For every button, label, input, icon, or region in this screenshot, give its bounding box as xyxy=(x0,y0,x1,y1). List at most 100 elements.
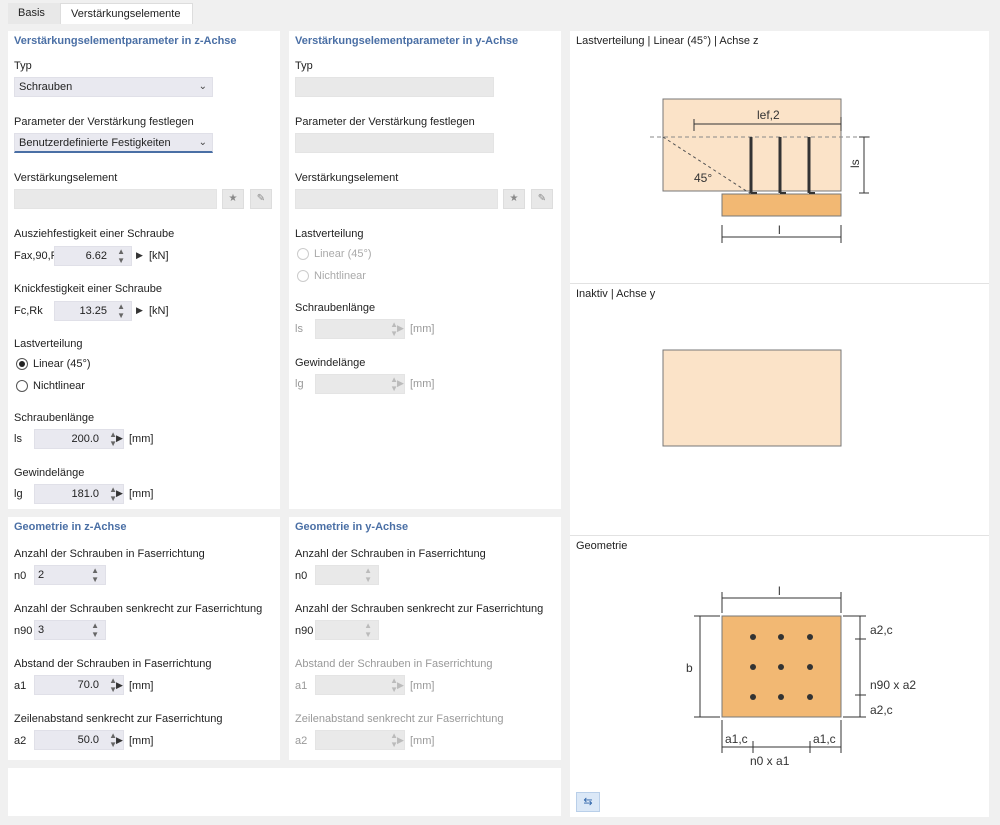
n90-input[interactable]: 3 ▲ ▼ xyxy=(34,620,106,640)
knick-label: Knickfestigkeit einer Schraube xyxy=(14,283,162,295)
section-title-z: Verstärkungselementparameter in z-Achse xyxy=(14,35,237,47)
a2c-top-label: a2,c xyxy=(870,623,893,637)
param-label: Parameter der Verstärkung festlegen xyxy=(14,116,194,128)
new-element-icon[interactable]: ★ xyxy=(222,189,244,209)
knick-value: 13.25 xyxy=(79,305,107,317)
screw-dot xyxy=(750,694,756,700)
play-icon[interactable]: ▶ xyxy=(116,433,123,444)
tab-basis[interactable]: Basis xyxy=(8,3,60,24)
n0-input[interactable]: 2 ▲ ▼ xyxy=(34,565,106,585)
play-icon[interactable]: ▶ xyxy=(397,378,404,389)
n0-symbol: n0 xyxy=(14,570,27,582)
play-icon[interactable]: ▶ xyxy=(397,735,404,746)
radio-linear-y-label: Linear (45°) xyxy=(314,248,372,260)
geo-l-label: l xyxy=(778,584,781,598)
lg-value: 181.0 xyxy=(71,488,99,500)
lg-input[interactable]: 181.0 ▲ ▼ xyxy=(34,484,124,504)
n0-label-y: Anzahl der Schrauben in Faserrichtung xyxy=(295,548,486,560)
panel-y-parameters: Verstärkungselementparameter in y-Achse … xyxy=(289,31,561,509)
unit-kn: [kN] xyxy=(149,305,169,317)
ls-symbol-y: ls xyxy=(295,323,303,335)
typ-select-y[interactable] xyxy=(295,77,494,97)
section-title-geo-y: Geometrie in y-Achse xyxy=(295,521,409,533)
last-label-y: Lastverteilung xyxy=(295,228,364,240)
spinner-icon[interactable]: ▲ ▼ xyxy=(91,621,99,639)
play-icon[interactable]: ▶ xyxy=(136,250,143,261)
play-icon[interactable]: ▶ xyxy=(397,680,404,691)
a1-symbol: a1 xyxy=(14,680,27,692)
play-icon[interactable]: ▶ xyxy=(116,488,123,499)
ls-value: 200.0 xyxy=(71,433,99,445)
play-icon[interactable]: ▶ xyxy=(116,735,123,746)
typ-select-value: Schrauben xyxy=(19,81,73,93)
refresh-view-icon[interactable]: ⇆ xyxy=(576,792,600,812)
ls-symbol: ls xyxy=(14,433,22,445)
n90-a2-label: n90 x a2 xyxy=(870,678,916,692)
gewinde-label: Gewindelänge xyxy=(14,467,85,479)
screw-dot xyxy=(807,694,813,700)
screw-dot xyxy=(778,634,784,640)
radio-nichtlinear[interactable] xyxy=(16,380,28,392)
element-label-y: Verstärkungselement xyxy=(295,172,399,184)
radio-linear-y[interactable] xyxy=(297,248,309,260)
play-icon[interactable]: ▶ xyxy=(136,305,143,316)
unit-mm: [mm] xyxy=(129,488,154,500)
a1-input-y[interactable]: ▲ ▼ xyxy=(315,675,405,695)
radio-linear[interactable] xyxy=(16,358,28,370)
knick-input[interactable]: 13.25 ▲ ▼ xyxy=(54,301,132,321)
laenge-label: Schraubenlänge xyxy=(14,412,95,424)
lg-input-y[interactable]: ▲ ▼ xyxy=(315,374,405,394)
edit-element-icon[interactable]: ✎ xyxy=(531,189,553,209)
panel-z-parameters: Verstärkungselementparameter in z-Achse … xyxy=(8,31,280,509)
typ-select[interactable]: Schrauben ⌄ xyxy=(14,77,213,97)
play-icon[interactable]: ▶ xyxy=(116,680,123,691)
radio-nichtlinear-y-label: Nichtlinear xyxy=(314,270,366,282)
unit-mm: [mm] xyxy=(410,735,435,747)
tab-verstaerkungselemente[interactable]: Verstärkungselemente xyxy=(60,3,193,24)
knick-symbol: Fc,Rk xyxy=(14,305,43,317)
param-select-value: Benutzerdefinierte Festigkeiten xyxy=(19,137,171,149)
a2-input-y[interactable]: ▲ ▼ xyxy=(315,730,405,750)
a1-input[interactable]: 70.0 ▲ ▼ xyxy=(34,675,124,695)
radio-nichtlinear-y[interactable] xyxy=(297,270,309,282)
panel-geometry-z: Geometrie in z-Achse Anzahl der Schraube… xyxy=(8,517,280,760)
ausz-input[interactable]: 6.62 ▲ ▼ xyxy=(54,246,132,266)
angle-label: 45° xyxy=(694,171,712,185)
n90-label: Anzahl der Schrauben senkrecht zur Faser… xyxy=(14,603,263,615)
new-element-icon[interactable]: ★ xyxy=(503,189,525,209)
a2-input[interactable]: 50.0 ▲ ▼ xyxy=(34,730,124,750)
n90-symbol-y: n90 xyxy=(295,625,314,637)
param-select[interactable]: Benutzerdefinierte Festigkeiten ⌄ xyxy=(14,133,213,153)
screw-dot xyxy=(750,634,756,640)
spinner-icon[interactable]: ▲ ▼ xyxy=(91,566,99,584)
ausz-value: 6.62 xyxy=(85,250,107,262)
edit-element-icon[interactable]: ✎ xyxy=(250,189,272,209)
n0-a1-label: n0 x a1 xyxy=(750,754,790,768)
spinner-icon[interactable]: ▲ ▼ xyxy=(364,621,372,639)
lg-symbol-y: lg xyxy=(295,378,304,390)
ls-input-y[interactable]: ▲ ▼ xyxy=(315,319,405,339)
chevron-down-icon: ⌄ xyxy=(198,137,207,148)
play-icon[interactable]: ▶ xyxy=(397,323,404,334)
panel-geometry-y: Geometrie in y-Achse Anzahl der Schraube… xyxy=(289,517,561,760)
element-label: Verstärkungselement xyxy=(14,172,118,184)
load-distribution-diagram: lef,2 45° ls l xyxy=(650,98,870,243)
unit-mm: [mm] xyxy=(129,680,154,692)
spinner-icon[interactable]: ▲ ▼ xyxy=(364,566,372,584)
spinner-icon[interactable]: ▲ ▼ xyxy=(117,302,125,320)
panel-info-empty xyxy=(8,768,561,816)
screw-dot xyxy=(778,694,784,700)
ls-input[interactable]: 200.0 ▲ ▼ xyxy=(34,429,124,449)
a1c-right-label: a1,c xyxy=(813,732,836,746)
section-title-y: Verstärkungselementparameter in y-Achse xyxy=(295,35,519,47)
n90-input-y[interactable]: ▲ ▼ xyxy=(315,620,379,640)
tab-bar: Basis Verstärkungselemente xyxy=(0,0,1000,24)
element-select-y[interactable] xyxy=(295,189,498,209)
element-select[interactable] xyxy=(14,189,217,209)
n0-input-y[interactable]: ▲ ▼ xyxy=(315,565,379,585)
param-select-y[interactable] xyxy=(295,133,494,153)
unit-mm: [mm] xyxy=(129,735,154,747)
a1-value: 70.0 xyxy=(77,679,99,691)
gewinde-label-y: Gewindelänge xyxy=(295,357,366,369)
spinner-icon[interactable]: ▲ ▼ xyxy=(117,247,125,265)
